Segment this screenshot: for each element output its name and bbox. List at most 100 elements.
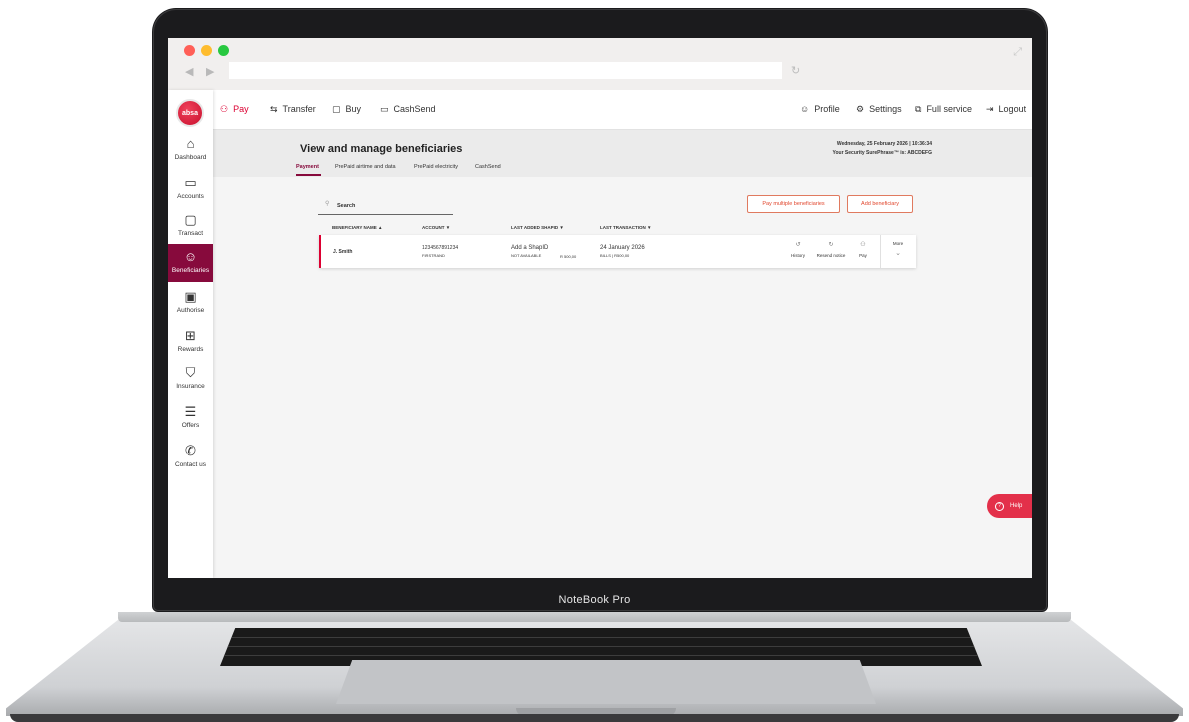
bank-name: FIRSTRAND: [422, 253, 445, 258]
nav-profile[interactable]: ☺ Profile: [800, 104, 840, 114]
buy-icon: ▢: [332, 104, 341, 114]
help-icon: ?: [995, 501, 1004, 511]
tab-cashsend[interactable]: CashSend: [475, 164, 501, 170]
search-icon: ⚲: [325, 201, 330, 207]
history-icon: ↺: [795, 242, 801, 248]
pay-icon: ⚇: [220, 104, 229, 114]
trackpad: [336, 660, 876, 704]
chevron-down-icon: ⌄: [895, 250, 901, 257]
active-tab-indicator: [296, 174, 321, 176]
shapid-amount: R 500,00: [560, 254, 577, 259]
sidebar-item-label: Transact: [177, 230, 204, 237]
people-icon: ☺: [183, 249, 198, 264]
page-header: View and manage beneficiaries Payment Pr…: [213, 130, 1032, 177]
divider: [880, 235, 881, 268]
sidebar-item-label: Dashboard: [174, 154, 207, 161]
sidebar-item-label: Authorise: [176, 307, 205, 314]
transaction-date: 24 January 2026: [600, 245, 645, 251]
sidebar-item-authorise[interactable]: ▣ Authorise: [168, 290, 213, 326]
close-window-icon[interactable]: [184, 45, 195, 56]
document-icon: ☰: [184, 404, 197, 419]
logout-icon: ⇥: [986, 104, 994, 114]
profile-icon: ☺: [800, 104, 810, 114]
nav-pay[interactable]: ⚇ Pay: [220, 104, 249, 115]
reload-icon[interactable]: ↻: [791, 64, 800, 77]
security-surephrase: Your Security SurePhrase™ is: ABCDEFG: [832, 150, 932, 156]
nav-buy[interactable]: ▢ Buy: [332, 104, 361, 115]
laptop-bottom-edge: [10, 714, 1179, 722]
forward-arrow-icon[interactable]: ▶: [206, 65, 214, 78]
add-shapid-link[interactable]: Add a ShapID: [511, 245, 548, 251]
nav-full-service[interactable]: ⧉ Full service: [915, 104, 972, 115]
account-number: 1234567891234: [422, 245, 459, 251]
page-title: View and manage beneficiaries: [300, 143, 463, 155]
sidebar: absa ⌂ Dashboard ▭ Accounts ▢ Transact ☺…: [168, 90, 213, 578]
nav-cashsend[interactable]: ▭ CashSend: [380, 104, 436, 115]
device-label: NoteBook Pro: [558, 594, 631, 606]
phone-icon: ✆: [185, 443, 196, 458]
history-action[interactable]: ↺ History: [785, 241, 811, 258]
external-link-icon: ⧉: [915, 104, 922, 114]
browser-toolbar: ◀ ▶ ↻ ⤢: [168, 38, 1032, 90]
card-icon: ▭: [184, 175, 197, 190]
back-arrow-icon[interactable]: ◀: [185, 65, 193, 78]
laptop-hinge: [118, 612, 1071, 622]
resend-icon: ↻: [828, 242, 834, 248]
maximize-window-icon[interactable]: [218, 45, 229, 56]
sidebar-item-offers[interactable]: ☰ Offers: [168, 405, 213, 441]
shapid-status: NOT AVAILABLE: [511, 253, 542, 258]
sidebar-item-label: Offers: [181, 422, 200, 429]
nav-logout[interactable]: ⇥ Logout: [986, 104, 1026, 115]
sidebar-item-label: Accounts: [177, 193, 204, 200]
date-time: Wednesday, 25 February 2026 | 10:36:34: [836, 141, 932, 147]
tab-payment[interactable]: Payment: [296, 164, 319, 170]
minimize-window-icon[interactable]: [201, 45, 212, 56]
transaction-detail: BILLS | R500,00: [600, 253, 630, 258]
add-beneficiary-button[interactable]: Add beneficiary: [847, 195, 913, 213]
sidebar-item-label: Beneficiaries: [171, 267, 210, 274]
sidebar-item-label: Insurance: [176, 383, 205, 390]
sidebar-item-label: Rewards: [177, 346, 204, 353]
cashsend-icon: ▭: [380, 104, 389, 114]
top-navigation: ⚇ Pay ⇆ Transfer ▢ Buy ▭ CashSend ☺ Profile ⚙…: [213, 90, 1032, 130]
laptop-deck: [6, 620, 1183, 716]
expand-icon[interactable]: ⤢: [1013, 46, 1022, 59]
pay-action[interactable]: ⚇ Pay: [850, 241, 876, 258]
help-button[interactable]: ? Help: [987, 494, 1032, 518]
column-header-account[interactable]: ACCOUNT ▼: [422, 225, 450, 230]
home-icon: ⌂: [186, 136, 195, 151]
pay-multiple-button[interactable]: Pay multiple beneficiaries: [747, 195, 840, 213]
tab-prepaid-electricity[interactable]: PrePaid electricity: [414, 164, 458, 170]
column-header-name[interactable]: BENEFICIARY NAME ▲: [332, 225, 382, 230]
sidebar-item-contact-us[interactable]: ✆ Contact us: [168, 444, 213, 480]
absa-logo[interactable]: absa: [176, 99, 204, 127]
authorise-icon: ▣: [184, 289, 197, 304]
nav-settings[interactable]: ⚙ Settings: [856, 104, 902, 115]
settings-icon: ⚙: [856, 104, 865, 114]
table-row[interactable]: J. Smith 1234567891234 FIRSTRAND Add a S…: [319, 235, 916, 268]
beneficiary-name: J. Smith: [333, 249, 353, 255]
sidebar-item-insurance[interactable]: ⛉ Insurance: [168, 366, 213, 402]
column-header-last-transaction[interactable]: LAST TRANSACTION ▼: [600, 225, 651, 230]
gift-icon: ⊞: [185, 328, 196, 343]
nav-transfer[interactable]: ⇆ Transfer: [270, 104, 316, 115]
transfer-icon: ⇆: [270, 104, 278, 114]
sidebar-item-beneficiaries[interactable]: ☺ Beneficiaries: [168, 244, 213, 282]
laptop-base: [0, 612, 1189, 722]
screen: ◀ ▶ ↻ ⤢ absa ⌂ Dashboard ▭ Accounts ▢ Tr…: [168, 38, 1032, 578]
beneficiaries-content: ⚲ Search Pay multiple beneficiaries Add …: [213, 177, 1032, 578]
sidebar-item-accounts[interactable]: ▭ Accounts: [168, 176, 213, 212]
session-info: Wednesday, 25 February 2026 | 10:36:34 Y…: [833, 140, 932, 158]
search-input[interactable]: ⚲ Search: [318, 197, 453, 215]
more-button[interactable]: More ⌄: [885, 241, 911, 257]
sidebar-item-rewards[interactable]: ⊞ Rewards: [168, 329, 213, 365]
column-header-last-added[interactable]: LAST ADDED SHAPID ▼: [511, 225, 564, 230]
address-bar[interactable]: [229, 62, 782, 79]
shield-icon: ⛉: [185, 365, 196, 380]
pay-icon: ⚇: [860, 242, 866, 248]
tab-prepaid-airtime[interactable]: PrePaid airtime and data: [335, 164, 396, 170]
sidebar-item-dashboard[interactable]: ⌂ Dashboard: [168, 137, 213, 173]
sidebar-item-label: Contact us: [174, 461, 207, 468]
resend-notice-action[interactable]: ↻ Resend notice: [814, 241, 848, 258]
transact-icon: ▢: [184, 212, 197, 227]
